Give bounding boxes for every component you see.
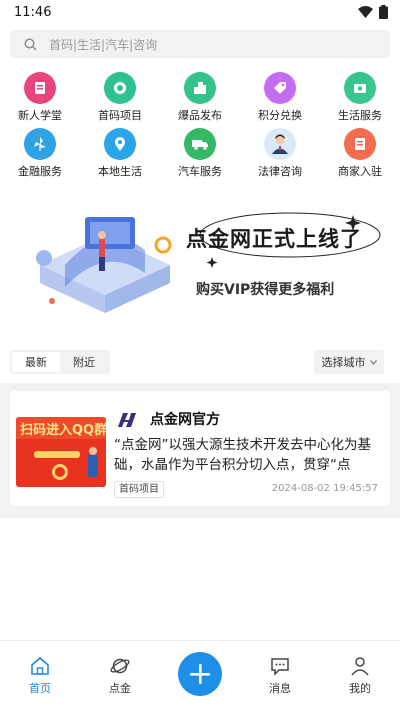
post-thumbnail-text: 扫码进入QQ群 bbox=[20, 423, 106, 438]
search-placeholder: 首码|生活|汽车|咨询 bbox=[49, 37, 158, 52]
category-label: 金融服务 bbox=[18, 165, 62, 178]
category-label: 法律咨询 bbox=[258, 165, 302, 178]
category-label: 积分兑换 bbox=[258, 109, 302, 122]
city-select-button[interactable]: 选择城市 bbox=[314, 350, 384, 374]
author-logo-icon bbox=[118, 413, 136, 427]
status-time: 11:46 bbox=[14, 4, 52, 20]
life-service-icon bbox=[344, 72, 376, 104]
message-icon bbox=[271, 658, 289, 676]
battery-icon bbox=[379, 5, 388, 19]
book-icon bbox=[24, 72, 56, 104]
status-bar: 11:46 bbox=[0, 0, 400, 24]
add-post-button[interactable] bbox=[178, 652, 222, 696]
category-newbie-school[interactable]: 新人学堂 bbox=[8, 72, 72, 128]
category-finance-service[interactable]: 金融服务 bbox=[8, 128, 72, 184]
status-icons bbox=[358, 5, 388, 19]
post-content: “点金网”以强大源生技术开发去中心化为基础，水晶作为平台积分切入点，贯穿“点 bbox=[114, 437, 371, 473]
tag-icon bbox=[264, 72, 296, 104]
plus-icon bbox=[190, 664, 210, 684]
nav-label: 消息 bbox=[269, 682, 291, 695]
feed-tabs: 最新 附近 bbox=[10, 350, 110, 374]
chevron-down-icon bbox=[369, 359, 377, 365]
nav-label: 点金 bbox=[109, 682, 131, 695]
post-author: 点金网官方 bbox=[150, 412, 220, 428]
category-label: 商家入驻 bbox=[338, 165, 382, 178]
location-icon bbox=[104, 128, 136, 160]
filter-row: 最新 附近 选择城市 bbox=[0, 350, 400, 376]
truck-icon bbox=[184, 128, 216, 160]
nav-dianjin[interactable]: 点金 bbox=[90, 655, 150, 696]
category-merchant-join[interactable]: 商家入驻 bbox=[328, 128, 392, 184]
category-local-life[interactable]: 本地生活 bbox=[88, 128, 152, 184]
nav-messages[interactable]: 消息 bbox=[250, 655, 310, 696]
post-card[interactable]: 扫码进入QQ群 点金网官方 “点金网”以强大源生技术开发去中心化为基础，水晶作为… bbox=[10, 391, 390, 506]
category-label: 本地生活 bbox=[98, 165, 142, 178]
store-icon bbox=[344, 128, 376, 160]
nav-profile[interactable]: 我的 bbox=[330, 655, 390, 696]
user-icon bbox=[351, 657, 369, 676]
category-car-service[interactable]: 汽车服务 bbox=[168, 128, 232, 184]
post-time: 2024-08-02 19:45:57 bbox=[271, 483, 378, 494]
banner-subtitle: 购买VIP获得更多福利 bbox=[196, 282, 335, 298]
windmill-icon bbox=[24, 128, 56, 160]
tab-latest[interactable]: 最新 bbox=[12, 352, 60, 372]
banner-illustration bbox=[36, 217, 172, 313]
wifi-icon bbox=[358, 6, 373, 18]
category-label: 生活服务 bbox=[338, 109, 382, 122]
category-legal-consult[interactable]: 法律咨询 bbox=[248, 128, 312, 184]
tab-nearby[interactable]: 附近 bbox=[60, 352, 108, 372]
search-bar[interactable]: 首码|生活|汽车|咨询 bbox=[10, 30, 390, 58]
category-life-service[interactable]: 生活服务 bbox=[328, 72, 392, 128]
category-label: 新人学堂 bbox=[18, 109, 62, 122]
nav-label: 我的 bbox=[349, 682, 371, 695]
nav-home[interactable]: 首页 bbox=[10, 655, 70, 696]
category-label: 汽车服务 bbox=[178, 165, 222, 178]
promo-banner[interactable]: 点金网正式上线了 购买VIP获得更多福利 bbox=[10, 195, 390, 330]
search-icon bbox=[24, 37, 37, 50]
category-row: 新人学堂 首码项目 爆品发布 积分兑换 生活服务 bbox=[0, 72, 400, 128]
category-label: 首码项目 bbox=[98, 109, 142, 122]
building-icon bbox=[184, 72, 216, 104]
home-icon bbox=[31, 656, 49, 675]
lawyer-icon bbox=[264, 128, 296, 160]
category-points-exchange[interactable]: 积分兑换 bbox=[248, 72, 312, 128]
category-first-project[interactable]: 首码项目 bbox=[88, 72, 152, 128]
post-thumbnail: 扫码进入QQ群 bbox=[16, 417, 106, 487]
nav-label: 首页 bbox=[29, 682, 51, 695]
planet-icon bbox=[110, 658, 130, 674]
bottom-nav: 首页 点金 消息 我的 bbox=[0, 640, 400, 712]
category-hot-product[interactable]: 爆品发布 bbox=[168, 72, 232, 128]
post-tag: 首码项目 bbox=[114, 481, 164, 498]
post-feed: 扫码进入QQ群 点金网官方 “点金网”以强大源生技术开发去中心化为基础，水晶作为… bbox=[0, 383, 400, 518]
category-grid: 新人学堂 首码项目 爆品发布 积分兑换 生活服务 金融服务 本地生活 汽车服务 … bbox=[0, 72, 400, 184]
category-label: 爆品发布 bbox=[178, 109, 222, 122]
banner-title: 点金网正式上线了 bbox=[186, 227, 362, 251]
project-icon bbox=[104, 72, 136, 104]
category-row: 金融服务 本地生活 汽车服务 法律咨询 商家入驻 bbox=[0, 128, 400, 184]
city-select-label: 选择城市 bbox=[321, 356, 366, 369]
